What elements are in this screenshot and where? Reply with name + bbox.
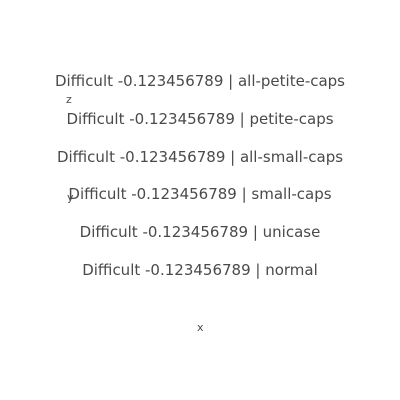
sample-all-petite-caps: Difficult -0.123456789 | all-petite-caps — [54, 72, 346, 90]
sample-petite-caps: Difficult -0.123456789 | petite-caps — [66, 110, 334, 128]
z-axis-label: z — [66, 93, 72, 106]
sample-small-caps: Difficult -0.123456789 | small-caps — [68, 185, 332, 203]
sample-normal: Difficult -0.123456789 | normal — [82, 261, 318, 279]
x-axis-label: x — [197, 321, 204, 334]
font-variant-canvas: Difficult -0.123456789 | all-petite-caps… — [0, 0, 400, 400]
sample-unicase: Difficult -0.123456789 | unicase — [79, 223, 321, 241]
sample-all-small-caps: Difficult -0.123456789 | all-small-caps — [56, 148, 344, 166]
